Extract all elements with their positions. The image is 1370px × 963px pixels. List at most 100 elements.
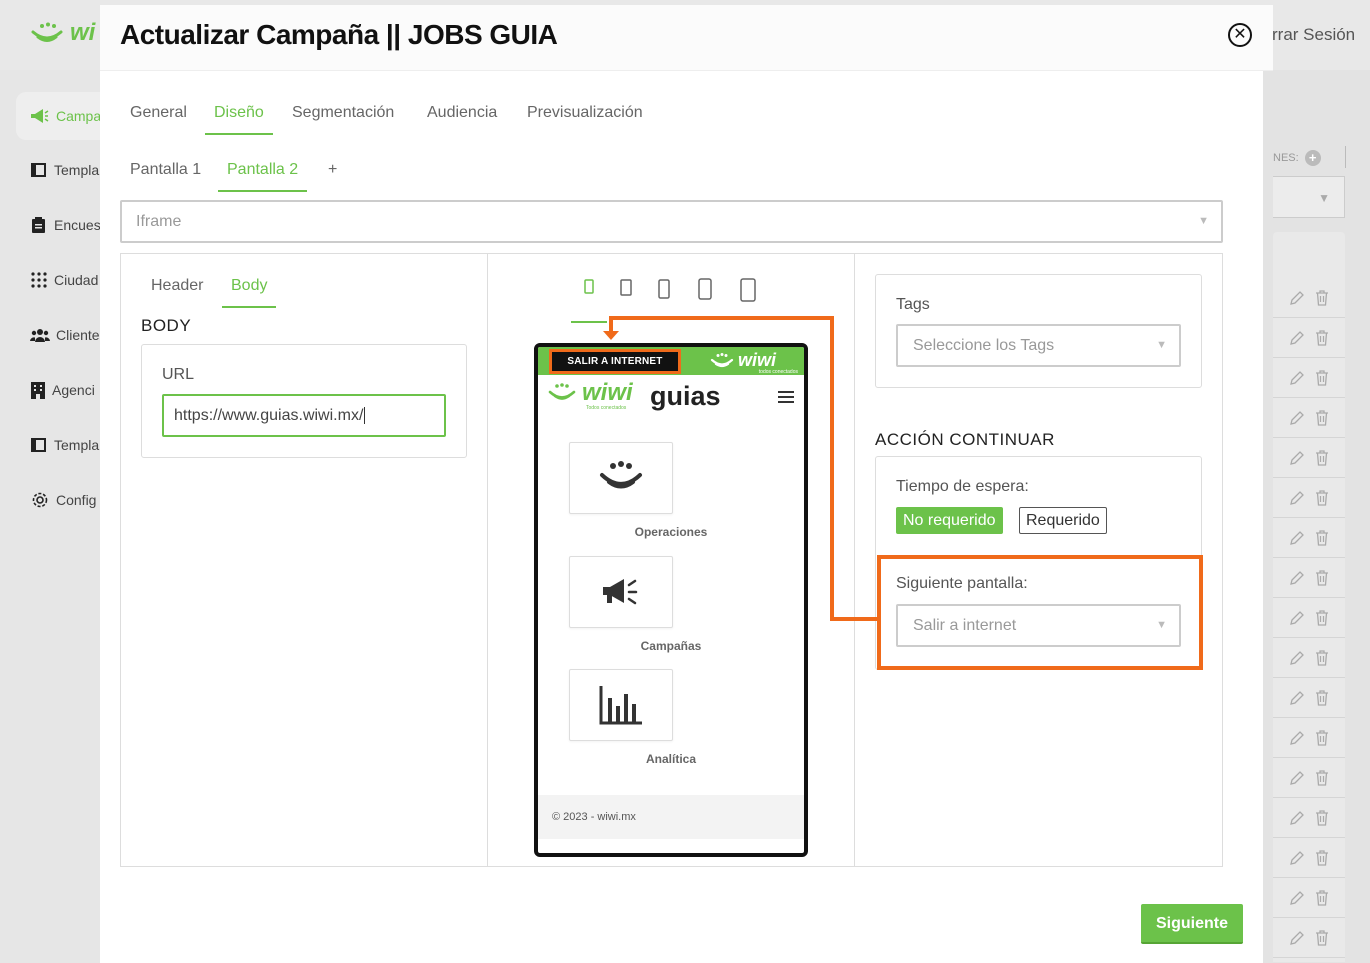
app-logo-text: wi xyxy=(70,19,96,46)
tile-operaciones-label: Operaciones xyxy=(634,525,708,539)
trash-icon[interactable] xyxy=(1315,409,1329,426)
settings-panel: Tags Seleccione los Tags ▼ ACCIÓN CONTIN… xyxy=(855,254,1223,866)
tab-pantalla-1[interactable]: Pantalla 1 xyxy=(121,158,210,192)
megaphone-icon xyxy=(31,109,49,123)
table-row xyxy=(1273,438,1345,478)
tab-header[interactable]: Header xyxy=(142,274,212,308)
sidebar-item-label: Encues xyxy=(54,217,101,233)
building-icon xyxy=(31,382,45,399)
siguiente-pantalla-select[interactable]: Salir a internet ▼ xyxy=(896,604,1181,647)
sidebar-item-label: Campa xyxy=(56,108,102,124)
pencil-icon[interactable] xyxy=(1289,650,1305,666)
phone-small-device-icon[interactable] xyxy=(584,278,594,296)
requerido-button[interactable]: Requerido xyxy=(1019,507,1107,534)
modal-title: Actualizar Campaña || JOBS GUIA xyxy=(120,19,558,50)
pencil-icon[interactable] xyxy=(1289,410,1305,426)
close-button[interactable]: ✕ xyxy=(1228,23,1252,47)
tab-segmentacion[interactable]: Segmentación xyxy=(283,101,403,135)
tile-campanas-label: Campañas xyxy=(640,639,702,653)
grid-dots-icon xyxy=(31,272,47,288)
table-row xyxy=(1273,518,1345,558)
body-editor-panel: Header Body BODY URL https://www.guias.w… xyxy=(121,254,487,866)
pencil-icon[interactable] xyxy=(1289,490,1305,506)
tab-pantalla-2[interactable]: Pantalla 2 xyxy=(218,158,308,192)
add-icon[interactable]: + xyxy=(1304,150,1321,166)
pencil-icon[interactable] xyxy=(1289,810,1305,826)
pencil-icon[interactable] xyxy=(1289,770,1305,786)
trash-icon[interactable] xyxy=(1315,689,1329,706)
tile-analitica[interactable] xyxy=(569,669,673,741)
tablet-device-icon[interactable] xyxy=(698,278,712,300)
tile-campanas[interactable] xyxy=(569,556,673,628)
pencil-icon[interactable] xyxy=(1289,450,1305,466)
trash-icon[interactable] xyxy=(1315,529,1329,546)
chevron-down-icon: ▼ xyxy=(1156,339,1167,351)
tab-audiencia[interactable]: Audiencia xyxy=(418,101,506,135)
pencil-icon[interactable] xyxy=(1289,890,1305,906)
tags-select[interactable]: Seleccione los Tags ▼ xyxy=(896,324,1181,367)
table-row xyxy=(1273,758,1345,798)
pencil-icon[interactable] xyxy=(1289,610,1305,626)
trash-icon[interactable] xyxy=(1315,569,1329,586)
trash-icon[interactable] xyxy=(1315,369,1329,386)
sidebar-item-label: Templa xyxy=(54,162,100,178)
tile-analitica-label: Analítica xyxy=(645,752,696,766)
pencil-icon[interactable] xyxy=(1289,570,1305,586)
siguiente-pantalla-value: Salir a internet xyxy=(913,617,1017,634)
phone-device-icon[interactable] xyxy=(620,278,632,298)
trash-icon[interactable] xyxy=(1315,289,1329,306)
table-row xyxy=(1273,798,1345,838)
no-requerido-button[interactable]: No requerido xyxy=(896,507,1003,534)
tab-previsualizacion[interactable]: Previsualización xyxy=(518,101,652,135)
pencil-icon[interactable] xyxy=(1289,690,1305,706)
wifi-smile-icon xyxy=(31,22,63,42)
trash-icon[interactable] xyxy=(1315,929,1329,946)
pencil-icon[interactable] xyxy=(1289,370,1305,386)
trash-icon[interactable] xyxy=(1315,729,1329,746)
url-input[interactable]: https://www.guias.wiwi.mx/​ xyxy=(162,394,446,437)
add-screen-button[interactable]: + xyxy=(319,158,346,192)
trash-icon[interactable] xyxy=(1315,849,1329,866)
preview-brand-logo: wiwi xyxy=(582,379,633,406)
salir-a-internet-button[interactable]: SALIR A INTERNET xyxy=(549,349,681,374)
trash-icon[interactable] xyxy=(1315,449,1329,466)
wifi-smile-icon xyxy=(710,352,734,367)
hamburger-menu-icon[interactable] xyxy=(778,391,794,403)
pencil-icon[interactable] xyxy=(1289,330,1305,346)
tags-placeholder: Seleccione los Tags xyxy=(913,337,1055,354)
tab-body[interactable]: Body xyxy=(222,274,277,308)
trash-icon[interactable] xyxy=(1315,649,1329,666)
content-type-select[interactable]: Iframe ▼ xyxy=(120,200,1223,243)
trash-icon[interactable] xyxy=(1315,489,1329,506)
accion-continuar-card: Tiempo de espera: No requerido Requerido… xyxy=(875,456,1203,670)
app-logo: wi xyxy=(30,19,110,52)
pencil-icon[interactable] xyxy=(1289,730,1305,746)
trash-icon[interactable] xyxy=(1315,889,1329,906)
pencil-icon[interactable] xyxy=(1289,930,1305,946)
logout-link[interactable]: rrar Sesión xyxy=(1272,25,1355,45)
template-icon xyxy=(31,438,46,452)
chevron-down-icon: ▼ xyxy=(1318,191,1330,205)
background-select[interactable]: ▼ xyxy=(1273,176,1345,218)
table-row xyxy=(1273,358,1345,398)
trash-icon[interactable] xyxy=(1315,609,1329,626)
pencil-icon[interactable] xyxy=(1289,290,1305,306)
siguiente-button[interactable]: Siguiente xyxy=(1141,904,1243,944)
tab-general[interactable]: General xyxy=(121,101,196,135)
tablet-large-device-icon[interactable] xyxy=(740,278,756,302)
trash-icon[interactable] xyxy=(1315,769,1329,786)
divider xyxy=(1345,146,1346,168)
tags-card: Tags Seleccione los Tags ▼ xyxy=(875,274,1202,388)
trash-icon[interactable] xyxy=(1315,809,1329,826)
bar-chart-icon xyxy=(599,686,642,725)
pencil-icon[interactable] xyxy=(1289,530,1305,546)
tile-operaciones[interactable] xyxy=(569,442,673,514)
content-type-value: Iframe xyxy=(136,213,182,230)
table-row xyxy=(1273,718,1345,758)
pencil-icon[interactable] xyxy=(1289,850,1305,866)
phone-large-device-icon[interactable] xyxy=(658,278,670,300)
chevron-down-icon: ▼ xyxy=(1198,215,1209,227)
clipboard-icon xyxy=(32,217,45,233)
tab-diseno[interactable]: Diseño xyxy=(205,101,273,135)
trash-icon[interactable] xyxy=(1315,329,1329,346)
